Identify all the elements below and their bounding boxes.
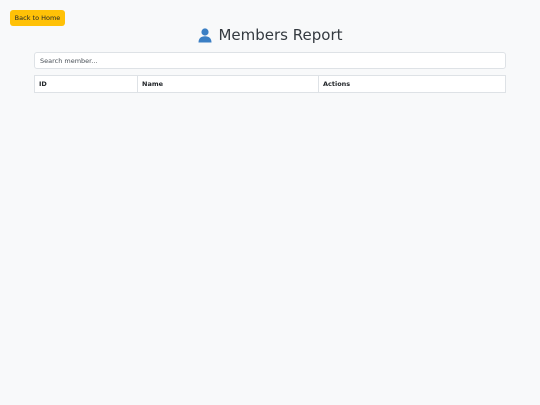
column-header-name: Name (137, 76, 319, 92)
table-header-row: ID Name Actions (35, 76, 505, 92)
column-header-id: ID (35, 76, 138, 92)
members-table: ID Name Actions (34, 75, 506, 93)
search-member-input[interactable] (34, 52, 506, 69)
column-header-actions: Actions (323, 80, 351, 88)
page-title-text: Members Report (218, 26, 343, 44)
user-icon (197, 27, 213, 43)
page-title: Members Report (0, 24, 540, 46)
